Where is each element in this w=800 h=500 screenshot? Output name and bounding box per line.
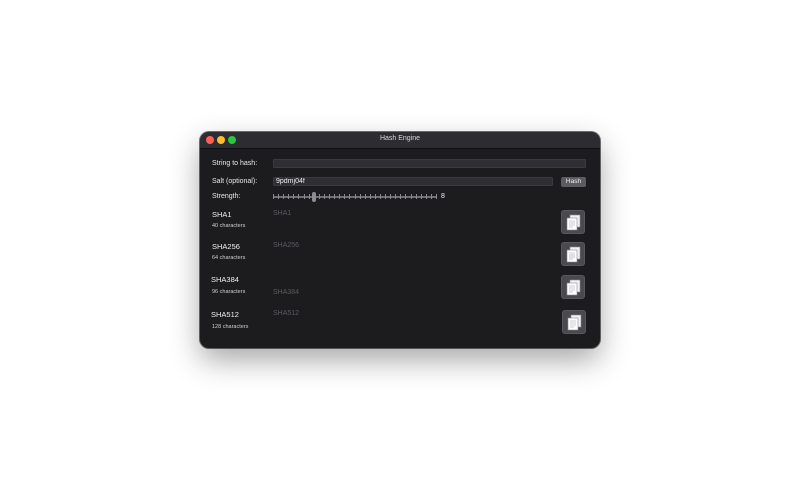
- slider-tick: [273, 194, 274, 199]
- slider-tick: [298, 194, 300, 199]
- copy-document-icon: [566, 246, 581, 263]
- hash-engine-window: Hash Engine String to hash: Salt (option…: [200, 132, 600, 348]
- slider-tick: [374, 194, 376, 199]
- slider-tick: [385, 194, 387, 199]
- slider-tick: [318, 194, 320, 199]
- string-to-hash-input[interactable]: [273, 159, 586, 168]
- sha384-label: SHA384: [211, 275, 239, 284]
- slider-tick: [390, 194, 392, 199]
- copy-document-icon: [567, 314, 582, 331]
- salt-input[interactable]: [273, 177, 553, 186]
- slider-tick: [293, 194, 295, 199]
- slider-tick: [364, 194, 366, 199]
- slider-tick: [339, 194, 341, 199]
- title-bar[interactable]: Hash Engine: [200, 132, 600, 149]
- strength-label: Strength:: [212, 193, 241, 200]
- sha384-output: SHA384: [273, 289, 300, 296]
- slider-tick: [308, 194, 310, 199]
- sha1-copy-button[interactable]: [561, 210, 585, 234]
- sha384-char-count: 96 characters: [212, 289, 246, 295]
- hash-button[interactable]: Hash: [561, 177, 586, 187]
- slider-tick: [379, 194, 381, 199]
- sha1-output: SHA1: [273, 210, 292, 217]
- string-to-hash-label: String to hash:: [212, 160, 258, 167]
- sha1-char-count: 40 characters: [212, 223, 246, 229]
- slider-tick: [303, 194, 305, 199]
- slider-tick: [359, 194, 361, 199]
- slider-tick: [278, 194, 280, 199]
- sha256-char-count: 64 characters: [212, 255, 246, 261]
- sha512-label: SHA512: [211, 310, 239, 319]
- slider-tick: [349, 194, 351, 199]
- salt-label: Salt (optional):: [212, 178, 258, 185]
- slider-tick: [323, 194, 325, 199]
- slider-tick: [344, 194, 346, 199]
- slider-tick: [410, 194, 412, 199]
- strength-slider[interactable]: [273, 192, 437, 202]
- window-title: Hash Engine: [379, 135, 421, 142]
- sha384-copy-button[interactable]: [561, 275, 585, 299]
- slider-tick: [395, 194, 397, 199]
- slider-tick: [288, 194, 290, 199]
- slider-knob[interactable]: [311, 192, 316, 202]
- slider-tick: [369, 194, 371, 199]
- sha512-char-count: 128 characters: [212, 324, 249, 330]
- sha512-output: SHA512: [273, 310, 300, 317]
- slider-tick: [420, 194, 422, 199]
- slider-tick: [283, 194, 285, 199]
- sha256-copy-button[interactable]: [561, 242, 585, 266]
- sha512-copy-button[interactable]: [562, 310, 586, 334]
- copy-document-icon: [566, 214, 581, 231]
- slider-tick: [405, 194, 407, 199]
- slider-tick: [400, 194, 402, 199]
- slider-tick: [425, 194, 427, 199]
- sha1-label: SHA1: [212, 210, 232, 219]
- slider-tick: [436, 194, 437, 199]
- slider-tick: [334, 194, 336, 199]
- copy-document-icon: [566, 279, 581, 296]
- slider-tick: [329, 194, 331, 199]
- slider-tick: [415, 194, 417, 199]
- strength-value: 8: [441, 193, 445, 200]
- sha256-output: SHA256: [273, 242, 300, 249]
- slider-tick: [354, 194, 356, 199]
- slider-tick: [430, 194, 432, 199]
- sha256-label: SHA256: [212, 242, 240, 251]
